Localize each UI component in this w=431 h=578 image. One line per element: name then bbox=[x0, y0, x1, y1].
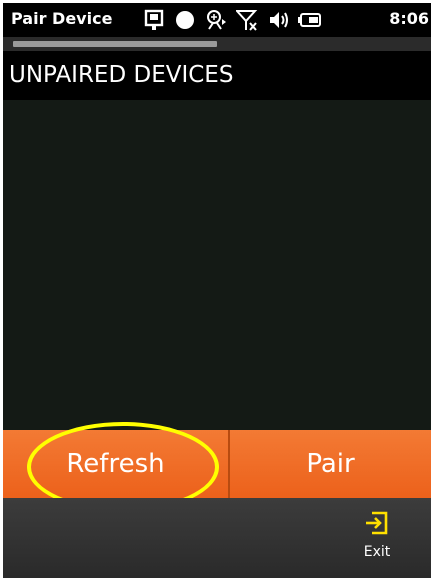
section-header: UNPAIRED DEVICES bbox=[3, 53, 431, 99]
device-icon bbox=[143, 9, 165, 31]
record-dot-icon bbox=[174, 9, 196, 31]
refresh-button-label: Refresh bbox=[66, 449, 165, 479]
bluetooth-search-icon bbox=[205, 9, 227, 31]
battery-icon bbox=[298, 9, 321, 31]
action-button-bar: Refresh Pair bbox=[3, 430, 431, 498]
page-title: UNPAIRED DEVICES bbox=[9, 62, 234, 88]
device-screen: Pair Device 8:06 UNPAIRED DEVICES Refres… bbox=[3, 3, 431, 578]
status-bar: Pair Device 8:06 bbox=[3, 3, 431, 37]
app-title: Pair Device bbox=[11, 9, 113, 28]
pair-button-label: Pair bbox=[306, 449, 355, 479]
unpaired-device-list[interactable] bbox=[3, 100, 431, 430]
status-icons bbox=[143, 7, 329, 33]
status-clock: 8:06 bbox=[389, 9, 429, 28]
pair-button[interactable]: Pair bbox=[230, 430, 431, 498]
progress-fill bbox=[13, 41, 217, 47]
activity-progress-bar bbox=[3, 37, 431, 51]
exit-button[interactable]: Exit bbox=[351, 510, 403, 572]
exit-icon bbox=[364, 510, 390, 540]
volume-icon bbox=[267, 9, 289, 31]
bottom-menu-bar: Exit bbox=[3, 498, 431, 578]
exit-label: Exit bbox=[363, 544, 391, 560]
no-signal-icon bbox=[234, 9, 258, 31]
refresh-button[interactable]: Refresh bbox=[3, 430, 228, 498]
